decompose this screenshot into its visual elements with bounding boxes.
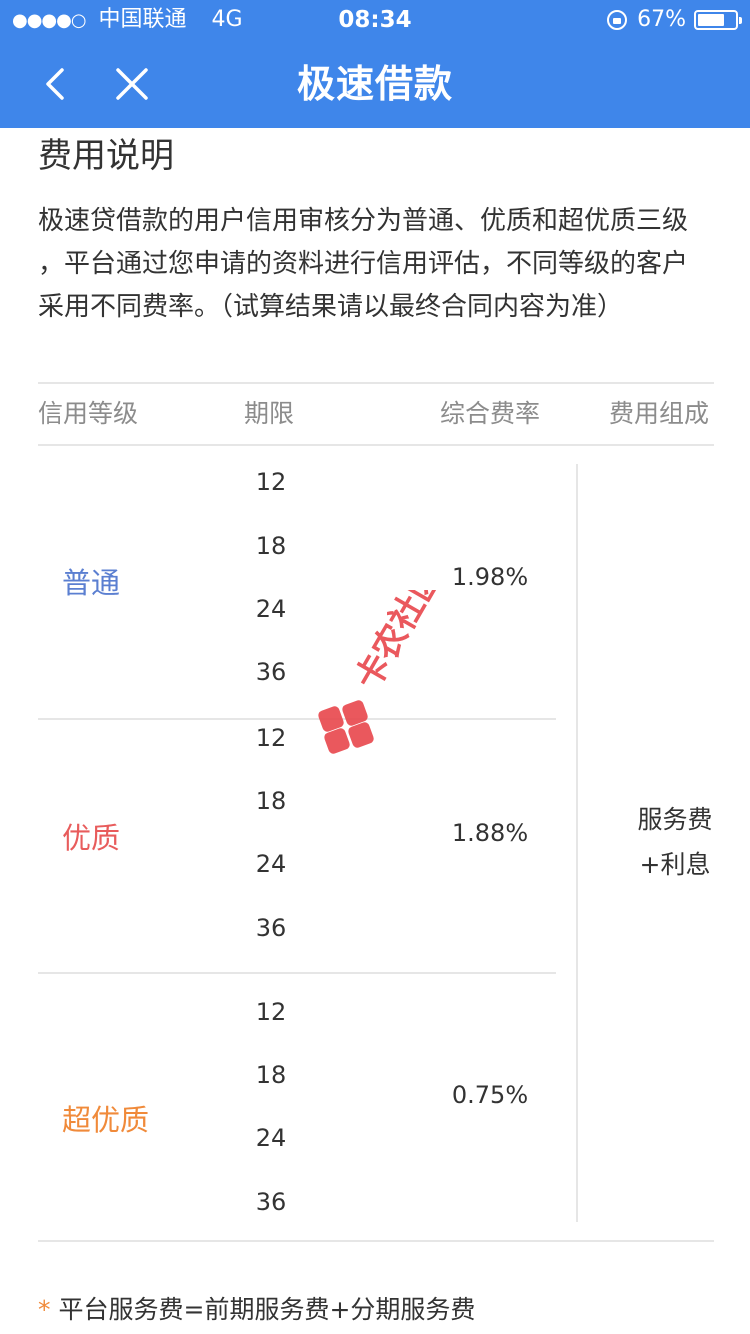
grade-normal: 普通	[62, 566, 121, 600]
battery-icon	[694, 10, 742, 30]
rotation-lock-icon	[607, 10, 628, 30]
rate-value: 1.88%	[451, 819, 529, 847]
grade-super-premium: 超优质	[62, 1103, 150, 1137]
term-value: 36	[255, 914, 287, 942]
rate-value: 0.75%	[451, 1081, 529, 1109]
description-line: 极速贷借款的用户信用审核分为普通、优质和超优质三级	[38, 206, 689, 236]
header-credit-level: 信用等级	[38, 399, 139, 428]
page-title: 极速借款	[296, 62, 453, 106]
watermark-icon: 卡农社区	[318, 559, 451, 754]
svg-text:卡农社区: 卡农社区	[348, 590, 451, 696]
composition-line: +利息	[639, 850, 711, 879]
footnote-text: 平台服务费=前期服务费+分期服务费	[58, 1295, 476, 1324]
term-value: 18	[255, 532, 287, 560]
term-value: 12	[255, 724, 287, 752]
row-divider	[38, 718, 556, 720]
composition-line: 服务费	[637, 805, 713, 834]
rate-value: 1.98%	[451, 563, 529, 591]
header-term: 期限	[244, 399, 295, 428]
column-divider	[576, 464, 578, 1222]
term-value: 36	[255, 658, 287, 686]
term-value: 12	[255, 998, 287, 1026]
fee-description: 极速贷借款的用户信用审核分为普通、优质和超优质三级 ，平台通过您申请的资料进行信…	[38, 200, 718, 329]
asterisk-icon: *	[38, 1295, 51, 1324]
term-value: 24	[255, 595, 287, 623]
description-line: 采用不同费率。（试算结果请以最终合同内容为准）	[38, 292, 624, 322]
nav-bar: 极速借款	[0, 40, 750, 128]
watermark-logo: 卡农社区	[310, 559, 460, 760]
term-value: 18	[255, 1061, 287, 1089]
term-value: 18	[255, 787, 287, 815]
header-composition: 费用组成	[609, 399, 710, 428]
header-rate: 综合费率	[440, 399, 541, 428]
battery-percent: 67%	[637, 7, 686, 32]
table-divider	[38, 444, 714, 446]
fee-composition: 服务费 +利息	[620, 797, 730, 887]
row-divider	[38, 972, 556, 974]
grade-premium: 优质	[62, 821, 121, 855]
term-value: 24	[255, 850, 287, 878]
table-divider	[38, 1240, 714, 1242]
footnote: * 平台服务费=前期服务费+分期服务费	[38, 1290, 475, 1326]
status-bar: ●●●●○ 中国联通 4G 08:34 67%	[0, 0, 750, 40]
description-line: ，平台通过您申请的资料进行信用评估，不同等级的客户	[38, 249, 689, 279]
header-bar: ●●●●○ 中国联通 4G 08:34 67% 极速借款	[0, 0, 750, 128]
term-value: 36	[255, 1188, 287, 1216]
section-title: 费用说明	[38, 136, 174, 176]
term-value: 12	[255, 468, 287, 496]
term-value: 24	[255, 1124, 287, 1152]
